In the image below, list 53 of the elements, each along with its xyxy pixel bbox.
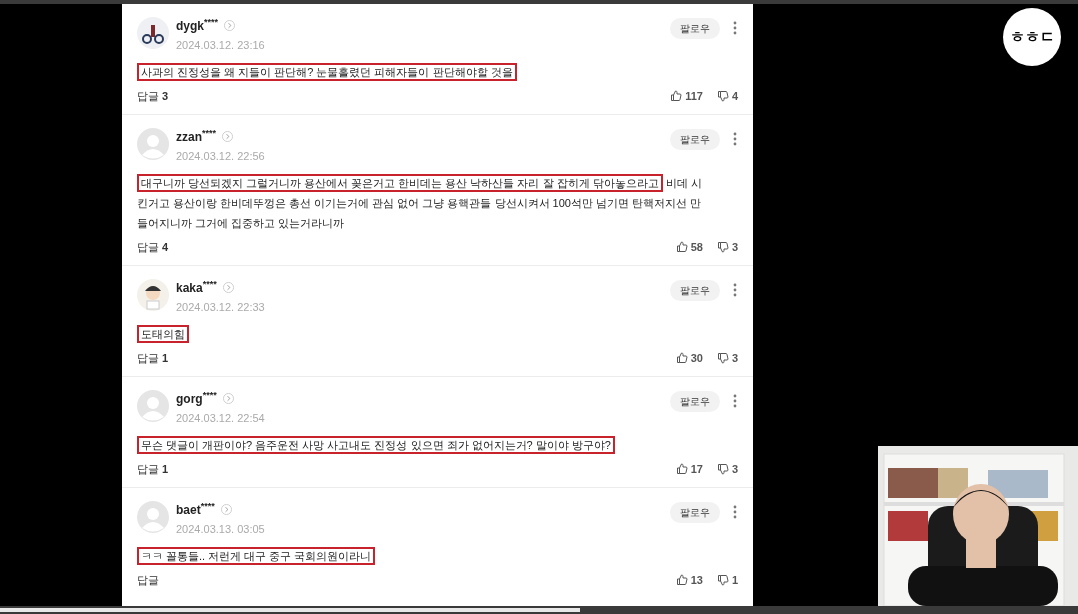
dislike-count: 4 <box>731 88 738 104</box>
like-count: 30 <box>690 350 703 366</box>
more-icon[interactable] <box>733 394 737 408</box>
comment-text: 대구니까 당선되겠지 그럴거니까 용산에서 꽂은거고 한비데는 용산 낙하산들 자리 잘 잡히게 닦아놓으라고 비데 시킨거고 용산이랑 한비데뚜껑은 총선 이기는거에 관심 없어 그냥 용핵관들 당선시켜서 100석만 넘기면 탄핵저지선 만들어지니까 그거에 집중하고 있는거라니까 <box>137 172 738 233</box>
reply-count[interactable]: 답글 <box>137 571 159 588</box>
more-icon[interactable] <box>733 132 737 146</box>
username[interactable]: kaka$^{****}$ <box>176 278 217 297</box>
reply-count[interactable]: 답글 4 <box>137 238 169 255</box>
thumbs-up-icon[interactable] <box>675 240 688 253</box>
channel-logo: ㅎㅎㄷ <box>1003 8 1061 66</box>
follow-button[interactable]: 팔로우 <box>670 18 720 39</box>
username[interactable]: zzan$^{****}$ <box>176 127 217 146</box>
thumbs-down-icon[interactable] <box>716 573 729 586</box>
username[interactable]: baet$^{****}$ <box>176 500 215 519</box>
comment-text: ㅋㅋ 꼴통들.. 저런게 대구 중구 국회의원이라니 <box>137 545 738 566</box>
more-icon[interactable] <box>733 21 737 35</box>
scrollbar[interactable] <box>0 608 580 612</box>
reply-count[interactable]: 답글 3 <box>137 87 169 104</box>
thumbs-down-icon[interactable] <box>716 462 729 475</box>
like-count: 17 <box>690 461 703 477</box>
like-count: 13 <box>690 572 703 588</box>
follow-button[interactable]: 팔로우 <box>670 391 720 412</box>
thumbs-up-icon[interactable] <box>675 573 688 586</box>
follow-button[interactable]: 팔로우 <box>670 280 720 301</box>
username[interactable]: dygk$^{****}$ <box>176 16 219 35</box>
follow-button[interactable]: 팔로우 <box>670 129 720 150</box>
thumbs-down-icon[interactable] <box>716 89 729 102</box>
default-avatar-icon <box>137 501 169 533</box>
comment-date: 2024.03.12. 22:56 <box>176 149 266 164</box>
comment-text: 도태의힘 <box>137 323 738 344</box>
thumbs-down-icon[interactable] <box>716 240 729 253</box>
thumbs-up-icon[interactable] <box>675 351 688 364</box>
username[interactable]: gorg$^{****}$ <box>176 389 217 408</box>
follow-button[interactable]: 팔로우 <box>670 502 720 523</box>
dislike-count: 3 <box>731 350 738 366</box>
reply-count[interactable]: 답글 1 <box>137 349 169 366</box>
more-icon[interactable] <box>733 505 737 519</box>
default-avatar-icon <box>137 390 169 422</box>
comment-date: 2024.03.12. 22:33 <box>176 300 266 315</box>
reply-count[interactable]: 답글 1 <box>137 460 169 477</box>
thumbs-down-icon[interactable] <box>716 351 729 364</box>
default-avatar-icon <box>137 128 169 160</box>
comment-date: 2024.03.13. 03:05 <box>176 522 266 537</box>
dislike-count: 3 <box>731 461 738 477</box>
comment-date: 2024.03.12. 22:54 <box>176 411 266 426</box>
like-count: 58 <box>690 239 703 255</box>
comment-date: 2024.03.12. 23:16 <box>176 38 266 53</box>
more-icon[interactable] <box>733 283 737 297</box>
thumbs-up-icon[interactable] <box>675 462 688 475</box>
dislike-count: 3 <box>731 239 738 255</box>
thumbs-up-icon[interactable] <box>670 89 683 102</box>
dislike-count: 1 <box>731 572 738 588</box>
like-count: 117 <box>685 88 703 104</box>
